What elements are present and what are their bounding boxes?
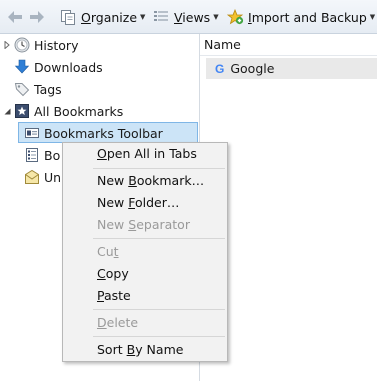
tree-item-label: Bo xyxy=(44,147,61,163)
tree-item-history[interactable]: History xyxy=(0,34,199,56)
tree-item-label: Un xyxy=(44,169,62,185)
back-button[interactable] xyxy=(6,0,24,34)
name-column-header[interactable]: Name xyxy=(200,34,377,56)
views-list-icon xyxy=(153,9,169,25)
menu-item-new-separator[interactable]: New Separator xyxy=(97,217,190,232)
menu-item-sort-by-name[interactable]: Sort By Name xyxy=(97,342,183,357)
menu-item-new-folder[interactable]: New Folder… xyxy=(97,195,179,210)
organize-menu-button[interactable]: Organize ▼ xyxy=(60,0,145,34)
unsorted-bookmarks-icon xyxy=(24,169,40,185)
tree-item-bookmarks-toolbar[interactable]: Bookmarks Toolbar xyxy=(0,122,199,144)
import-backup-star-icon xyxy=(226,8,244,25)
bookmarks-toolbar-icon xyxy=(24,125,40,141)
forward-button[interactable] xyxy=(28,0,46,34)
organizer-toolbar: Organize ▼ Views ▼ Import and Backup ▼ xyxy=(0,0,377,34)
organize-label: Organize xyxy=(81,9,138,25)
google-g-icon: G xyxy=(215,61,225,76)
all-bookmarks-icon xyxy=(14,103,30,119)
column-header-label: Name xyxy=(204,37,241,52)
tree-item-label: History xyxy=(34,37,79,53)
tree-item-label: Downloads xyxy=(34,59,103,75)
menu-item-delete[interactable]: Delete xyxy=(97,315,138,330)
list-item-label: Google xyxy=(230,61,275,76)
menu-separator xyxy=(93,238,225,239)
import-backup-menu-button[interactable]: Import and Backup ▼ xyxy=(226,0,376,34)
views-menu-button[interactable]: Views ▼ xyxy=(153,0,219,34)
menu-item-new-bookmark[interactable]: New Bookmark… xyxy=(97,173,204,188)
menu-separator xyxy=(93,336,225,337)
collapsed-twisty-icon[interactable] xyxy=(2,34,12,56)
menu-separator xyxy=(93,168,225,169)
tree-item-label: All Bookmarks xyxy=(34,103,124,119)
views-label: Views xyxy=(174,9,211,25)
tree-item-tags[interactable]: Tags xyxy=(0,78,199,100)
menu-item-open-all-in-tabs[interactable]: Open All in Tabs xyxy=(97,146,197,161)
organize-dropdown-icon: ▼ xyxy=(140,13,146,21)
list-item-google[interactable]: G Google xyxy=(206,58,377,79)
menu-item-paste[interactable]: Paste xyxy=(97,288,131,303)
tree-item-label: Tags xyxy=(34,81,62,97)
tag-icon xyxy=(14,81,30,97)
import-backup-label: Import and Backup xyxy=(248,9,367,25)
tree-item-downloads[interactable]: Downloads xyxy=(0,56,199,78)
download-arrow-icon xyxy=(14,59,30,75)
menu-item-cut[interactable]: Cut xyxy=(97,244,119,259)
history-clock-icon xyxy=(14,37,30,53)
organize-pages-icon xyxy=(60,9,76,25)
forward-arrow-icon xyxy=(28,8,46,26)
tree-item-all-bookmarks[interactable]: All Bookmarks xyxy=(0,100,199,122)
tree-item-label: Bookmarks Toolbar xyxy=(44,125,163,141)
views-dropdown-icon: ▼ xyxy=(213,13,219,21)
back-arrow-icon xyxy=(6,8,24,26)
bookmarks-menu-icon xyxy=(24,147,40,163)
context-menu: Open All in Tabs New Bookmark… New Folde… xyxy=(62,142,228,362)
import-backup-dropdown-icon: ▼ xyxy=(369,13,376,21)
menu-item-copy[interactable]: Copy xyxy=(97,266,129,281)
menu-separator xyxy=(93,309,225,310)
expanded-twisty-icon[interactable] xyxy=(2,100,12,122)
